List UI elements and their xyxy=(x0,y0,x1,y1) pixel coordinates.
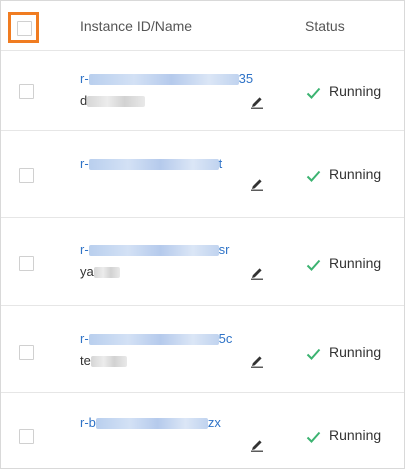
redacted-id xyxy=(88,245,219,257)
pencil-edit-icon[interactable] xyxy=(250,177,264,191)
instance-id-link[interactable]: r-b zx xyxy=(80,415,221,430)
select-all-highlight xyxy=(8,12,39,43)
table-row: r-sr ya Running xyxy=(1,217,404,306)
instance-name-prefix: te xyxy=(80,353,91,368)
redacted-id xyxy=(88,74,239,86)
instance-id-link[interactable]: r- 5c xyxy=(80,331,232,346)
instance-id-prefix: r- xyxy=(80,331,89,346)
status-cell: Running xyxy=(306,344,381,360)
row-checkbox[interactable] xyxy=(19,256,34,271)
pencil-edit-icon[interactable] xyxy=(250,438,264,452)
checkmark-icon xyxy=(306,259,321,271)
instance-id-suffix: 35 xyxy=(238,71,254,86)
pencil-edit-icon[interactable] xyxy=(250,266,264,280)
instance-id-prefix: r- xyxy=(80,71,89,86)
pencil-edit-icon[interactable] xyxy=(250,95,264,109)
instance-id-link[interactable]: r-t xyxy=(80,156,222,171)
redacted-name xyxy=(90,356,127,368)
instance-id-link[interactable]: r- 35 xyxy=(80,71,253,86)
table-row: r-b zx Running xyxy=(1,392,404,469)
redacted-name xyxy=(87,96,146,108)
redacted-id xyxy=(95,418,208,430)
checkmark-icon xyxy=(306,87,321,99)
checkmark-icon xyxy=(306,170,321,182)
redacted-name xyxy=(93,267,120,279)
redacted-id xyxy=(88,159,219,171)
status-cell: Running xyxy=(306,255,381,271)
instance-id-prefix: r- xyxy=(80,156,89,171)
checkmark-icon xyxy=(306,348,321,360)
table-row: r-t Running xyxy=(1,130,404,218)
status-header: Status xyxy=(305,18,345,34)
checkmark-icon xyxy=(306,431,321,443)
instance-id-prefix: r-b xyxy=(80,415,96,430)
instance-id-name-header: Instance ID/Name xyxy=(80,18,193,34)
instance-name-prefix: ya xyxy=(80,264,94,279)
instance-id-prefix: r- xyxy=(80,242,89,257)
instance-id-link[interactable]: r-sr xyxy=(80,242,230,257)
row-checkbox[interactable] xyxy=(19,345,34,360)
instances-table: Instance ID/Name Status r- 35 d Running r… xyxy=(0,0,405,469)
status-cell: Running xyxy=(306,427,381,443)
status-cell: Running xyxy=(306,166,381,182)
status-text: Running xyxy=(329,166,382,182)
instance-name-prefix: d xyxy=(80,93,88,108)
instance-name: te xyxy=(80,353,127,368)
redacted-id xyxy=(88,334,219,346)
status-cell: Running xyxy=(306,83,381,99)
row-checkbox[interactable] xyxy=(19,429,34,444)
status-text: Running xyxy=(329,255,382,271)
table-row: r- 5c te Running xyxy=(1,305,404,393)
instance-id-suffix: sr xyxy=(218,242,230,257)
instance-id-suffix: 5c xyxy=(218,331,233,346)
table-header: Instance ID/Name Status xyxy=(1,1,404,50)
instance-name: d xyxy=(80,93,146,108)
status-text: Running xyxy=(329,427,382,443)
row-checkbox[interactable] xyxy=(19,84,34,99)
table-row: r- 35 d Running xyxy=(1,50,404,131)
pencil-edit-icon[interactable] xyxy=(250,354,264,368)
instance-id-suffix: t xyxy=(218,156,223,171)
instance-name: ya xyxy=(80,264,120,279)
status-text: Running xyxy=(329,83,382,99)
instance-id-suffix: zx xyxy=(207,415,221,430)
row-checkbox[interactable] xyxy=(19,168,34,183)
status-text: Running xyxy=(329,344,382,360)
